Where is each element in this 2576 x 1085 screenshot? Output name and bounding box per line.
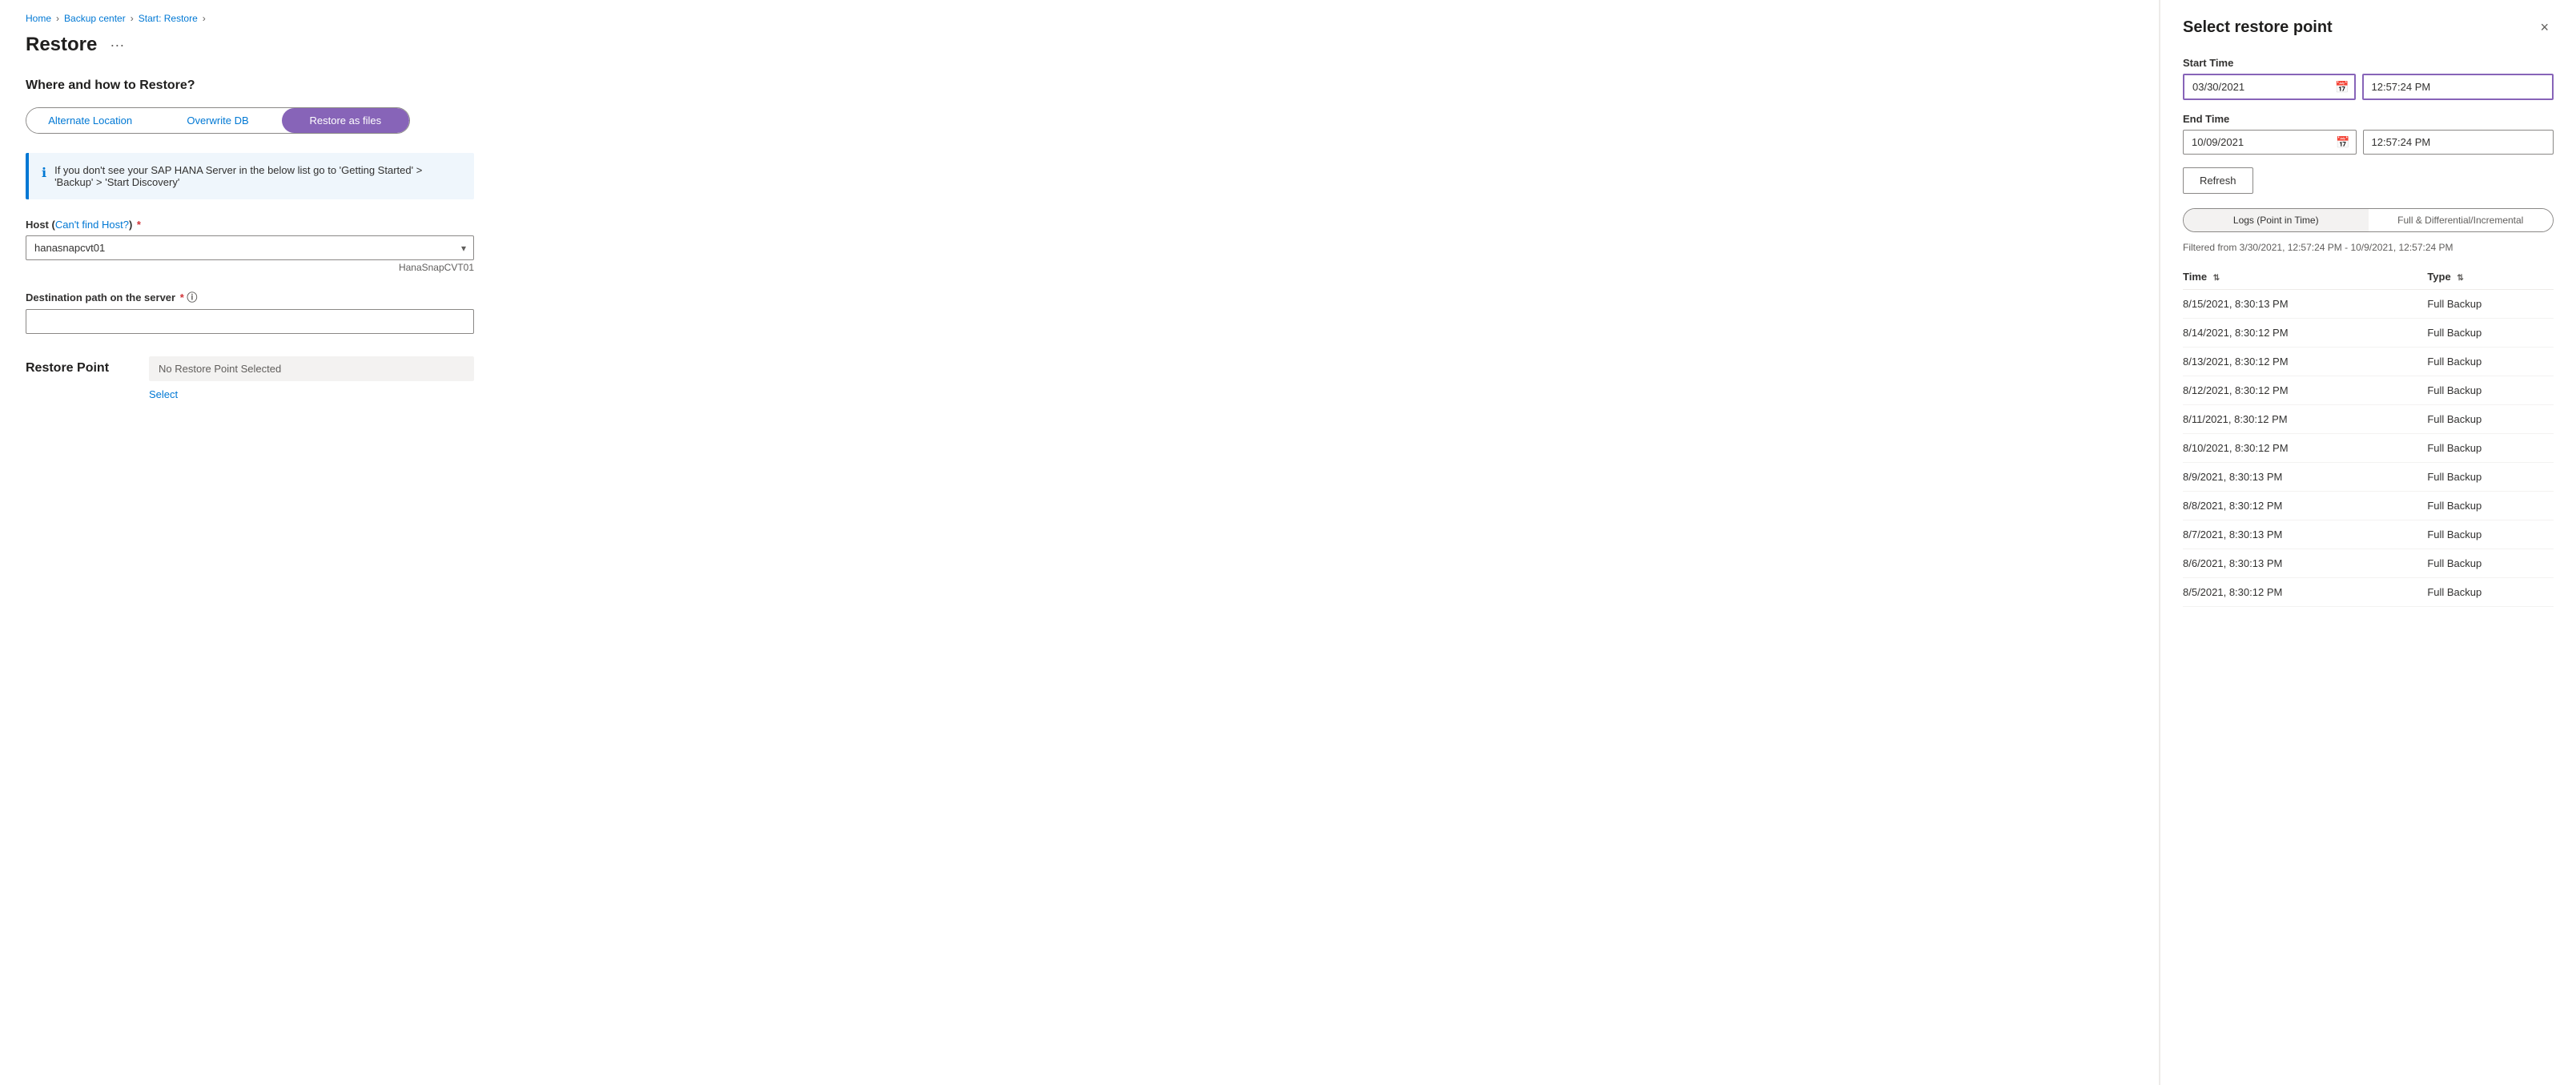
close-button[interactable]: × [2535,16,2554,39]
type-sort-icon[interactable]: ⇅ [2457,274,2463,283]
info-text: If you don't see your SAP HANA Server in… [54,164,461,188]
start-time-input[interactable] [2362,74,2554,100]
cell-time: 8/10/2021, 8:30:12 PM [2183,434,2427,463]
host-hint: HanaSnapCVT01 [26,262,474,273]
table-row[interactable]: 8/15/2021, 8:30:13 PM Full Backup [2183,290,2554,319]
panel-header: Select restore point × [2183,16,2554,39]
page-title: Restore [26,34,97,56]
cell-time: 8/11/2021, 8:30:12 PM [2183,405,2427,434]
cell-time: 8/9/2021, 8:30:13 PM [2183,463,2427,492]
info-icon: ℹ [42,165,46,188]
cell-type: Full Backup [2427,434,2554,463]
table-row[interactable]: 8/10/2021, 8:30:12 PM Full Backup [2183,434,2554,463]
breadcrumb-sep3: › [203,13,206,24]
select-restore-point-link[interactable]: Select [149,388,178,400]
host-label: Host (Can't find Host?) * [26,219,474,231]
start-time-label: Start Time [2183,57,2554,69]
cell-time: 8/6/2021, 8:30:13 PM [2183,549,2427,578]
destination-path-label: Destination path on the server * ⓘ [26,289,474,304]
start-date-input[interactable] [2183,74,2356,100]
tab-alternate-location[interactable]: Alternate Location [26,108,154,133]
cell-time: 8/12/2021, 8:30:12 PM [2183,376,2427,405]
table-row[interactable]: 8/5/2021, 8:30:12 PM Full Backup [2183,578,2554,607]
left-panel: Home › Backup center › Start: Restore › … [0,0,2160,1085]
tab-overwrite-db[interactable]: Overwrite DB [154,108,281,133]
ellipsis-button[interactable]: ··· [105,35,129,55]
col-header-time: Time ⇅ [2183,264,2427,290]
table-row[interactable]: 8/7/2021, 8:30:13 PM Full Backup [2183,520,2554,549]
end-date-wrapper: 📅 [2183,130,2357,155]
right-panel: Select restore point × Start Time 📅 End … [2160,0,2576,1085]
restore-mode-tabs: Alternate Location Overwrite DB Restore … [26,107,410,134]
table-row[interactable]: 8/11/2021, 8:30:12 PM Full Backup [2183,405,2554,434]
table-row[interactable]: 8/12/2021, 8:30:12 PM Full Backup [2183,376,2554,405]
section-heading: Where and how to Restore? [26,78,2133,93]
host-select-wrapper: hanasnapcvt01 ▾ [26,235,474,260]
breadcrumb-sep2: › [131,13,134,24]
time-sort-icon[interactable]: ⇅ [2213,274,2220,283]
end-time-group: End Time 📅 [2183,113,2554,155]
start-time-group: Start Time 📅 [2183,57,2554,100]
breadcrumb-sep1: › [56,13,59,24]
destination-path-field-group: Destination path on the server * ⓘ [26,289,474,334]
destination-path-input[interactable] [26,309,474,334]
cell-type: Full Backup [2427,463,2554,492]
table-row[interactable]: 8/8/2021, 8:30:12 PM Full Backup [2183,492,2554,520]
restore-points-table: Time ⇅ Type ⇅ 8/15/2021, 8:30:13 PM Full… [2183,264,2554,607]
view-toggle: Logs (Point in Time) Full & Differential… [2183,208,2554,232]
info-box: ℹ If you don't see your SAP HANA Server … [26,153,474,199]
cell-type: Full Backup [2427,492,2554,520]
cell-time: 8/8/2021, 8:30:12 PM [2183,492,2427,520]
filter-text: Filtered from 3/30/2021, 12:57:24 PM - 1… [2183,242,2554,253]
cant-find-host-link[interactable]: Can't find Host? [55,219,129,231]
dest-path-info-icon: ⓘ [187,291,197,303]
breadcrumb-home[interactable]: Home [26,13,51,24]
restore-point-label: Restore Point [26,356,130,376]
host-select[interactable]: hanasnapcvt01 [26,235,474,260]
breadcrumb: Home › Backup center › Start: Restore › [26,13,2133,24]
start-date-wrapper: 📅 [2183,74,2356,100]
dest-path-required-marker: * [180,291,184,303]
breadcrumb-backup-center[interactable]: Backup center [64,13,126,24]
cell-type: Full Backup [2427,520,2554,549]
table-row[interactable]: 8/6/2021, 8:30:13 PM Full Backup [2183,549,2554,578]
cell-time: 8/13/2021, 8:30:12 PM [2183,348,2427,376]
cell-type: Full Backup [2427,549,2554,578]
tab-full-differential[interactable]: Full & Differential/Incremental [2369,209,2554,231]
start-time-row: 📅 [2183,74,2554,100]
tab-restore-as-files[interactable]: Restore as files [282,108,409,133]
table-row[interactable]: 8/9/2021, 8:30:13 PM Full Backup [2183,463,2554,492]
restore-point-display: No Restore Point Selected [149,356,474,381]
cell-type: Full Backup [2427,319,2554,348]
breadcrumb-start-restore[interactable]: Start: Restore [139,13,198,24]
col-header-type: Type ⇅ [2427,264,2554,290]
refresh-button[interactable]: Refresh [2183,167,2253,194]
restore-table-body: 8/15/2021, 8:30:13 PM Full Backup 8/14/2… [2183,290,2554,607]
end-time-label: End Time [2183,113,2554,125]
table-header-row: Time ⇅ Type ⇅ [2183,264,2554,290]
end-date-input[interactable] [2183,130,2357,155]
cell-time: 8/7/2021, 8:30:13 PM [2183,520,2427,549]
table-row[interactable]: 8/14/2021, 8:30:12 PM Full Backup [2183,319,2554,348]
cell-time: 8/14/2021, 8:30:12 PM [2183,319,2427,348]
cell-type: Full Backup [2427,405,2554,434]
table-row[interactable]: 8/13/2021, 8:30:12 PM Full Backup [2183,348,2554,376]
restore-point-section: Restore Point No Restore Point Selected … [26,356,474,400]
cell-type: Full Backup [2427,578,2554,607]
end-time-row: 📅 [2183,130,2554,155]
panel-title: Select restore point [2183,18,2333,37]
cell-type: Full Backup [2427,348,2554,376]
host-required-marker: * [137,219,141,231]
page-title-row: Restore ··· [26,34,2133,56]
restore-point-value-group: No Restore Point Selected Select [149,356,474,400]
host-field-group: Host (Can't find Host?) * hanasnapcvt01 … [26,219,474,273]
cell-type: Full Backup [2427,290,2554,319]
end-time-input[interactable] [2363,130,2554,155]
cell-time: 8/15/2021, 8:30:13 PM [2183,290,2427,319]
tab-logs-point-in-time[interactable]: Logs (Point in Time) [2184,209,2369,231]
cell-type: Full Backup [2427,376,2554,405]
cell-time: 8/5/2021, 8:30:12 PM [2183,578,2427,607]
